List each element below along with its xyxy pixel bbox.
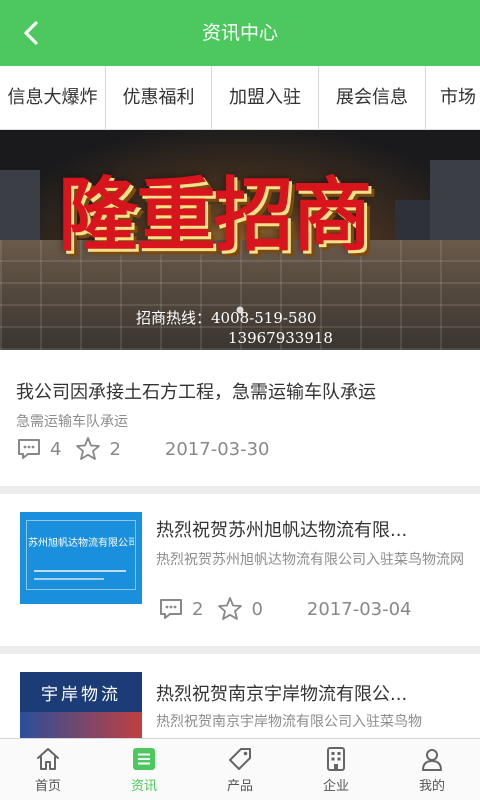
- news-item[interactable]: 苏州旭帆达物流有限公司 热烈祝贺苏州旭帆达物流有限... 热烈祝贺苏州旭帆达物流…: [0, 494, 480, 646]
- building-icon: [322, 745, 350, 773]
- comment-icon: [16, 436, 42, 462]
- nav-label: 首页: [34, 779, 61, 794]
- thumbnail-caption: 宇岸物流: [41, 685, 121, 705]
- nav-enterprise[interactable]: 企业: [288, 739, 384, 800]
- star-icon[interactable]: [217, 596, 243, 622]
- banner-hotline-mobile: 13967933918: [228, 329, 333, 347]
- nav-products[interactable]: 产品: [192, 739, 288, 800]
- news-item[interactable]: 宇岸物流 热烈祝贺南京宇岸物流有限公... 热烈祝贺南京宇岸物流有限公司入驻菜鸟…: [0, 654, 480, 738]
- bottom-navigation: 首页 资讯 产品 企业 我的: [0, 738, 480, 800]
- news-item[interactable]: 我公司因承接土石方工程，急需运输车队承运 急需运输车队承运 4 2 2017-0…: [0, 350, 480, 486]
- favorite-count: 0: [251, 598, 263, 620]
- comment-icon: [158, 596, 184, 622]
- promo-banner[interactable]: 隆重招商 招商热线：4008-519-580 13967933918: [0, 130, 480, 350]
- page-title: 资讯中心: [201, 22, 278, 44]
- news-summary: 热烈祝贺南京宇岸物流有限公司入驻菜鸟物: [156, 714, 422, 730]
- news-title: 热烈祝贺南京宇岸物流有限公...: [156, 684, 408, 705]
- nav-label: 我的: [418, 779, 445, 794]
- news-title: 我公司因承接土石方工程，急需运输车队承运: [16, 382, 376, 403]
- list-icon: [130, 745, 158, 773]
- category-tabs: 信息大爆炸 优惠福利 加盟入驻 展会信息 市场: [0, 66, 480, 130]
- comment-count: 4: [50, 438, 62, 460]
- news-thumbnail: 苏州旭帆达物流有限公司: [20, 512, 142, 604]
- tab-discounts[interactable]: 优惠福利: [106, 66, 212, 129]
- home-icon: [34, 745, 62, 773]
- news-date: 2017-03-30: [164, 438, 270, 460]
- comment-count: 2: [192, 598, 204, 620]
- tag-icon: [226, 745, 254, 773]
- top-bar: 资讯中心: [0, 0, 480, 66]
- news-date: 2017-03-04: [306, 598, 412, 620]
- news-meta: 2 0 2017-03-04: [158, 596, 412, 622]
- thumbnail-caption: 苏州旭帆达物流有限公司: [28, 538, 134, 549]
- nav-label: 产品: [226, 779, 253, 794]
- nav-label: 资讯: [130, 779, 157, 794]
- banner-hotline: 招商热线：4008-519-580: [136, 309, 317, 327]
- nav-news[interactable]: 资讯: [96, 739, 192, 800]
- tab-market[interactable]: 市场: [426, 66, 480, 129]
- user-icon: [418, 745, 446, 773]
- nav-home[interactable]: 首页: [0, 739, 96, 800]
- nav-mine[interactable]: 我的: [384, 739, 480, 800]
- banner-headline: 隆重招商: [58, 168, 372, 262]
- favorite-count: 2: [109, 438, 121, 460]
- news-meta: 4 2 2017-03-30: [16, 436, 270, 462]
- news-thumbnail: 宇岸物流: [20, 672, 142, 738]
- tab-info-burst[interactable]: 信息大爆炸: [0, 66, 106, 129]
- carousel-indicator: [236, 306, 244, 314]
- news-summary: 急需运输车队承运: [16, 414, 128, 430]
- news-summary: 热烈祝贺苏州旭帆达物流有限公司入驻菜鸟物流网: [156, 552, 464, 568]
- tab-franchise[interactable]: 加盟入驻: [212, 66, 319, 129]
- star-icon[interactable]: [75, 436, 101, 462]
- news-title: 热烈祝贺苏州旭帆达物流有限...: [156, 520, 408, 541]
- tab-exhibitions[interactable]: 展会信息: [319, 66, 426, 129]
- nav-label: 企业: [322, 779, 349, 794]
